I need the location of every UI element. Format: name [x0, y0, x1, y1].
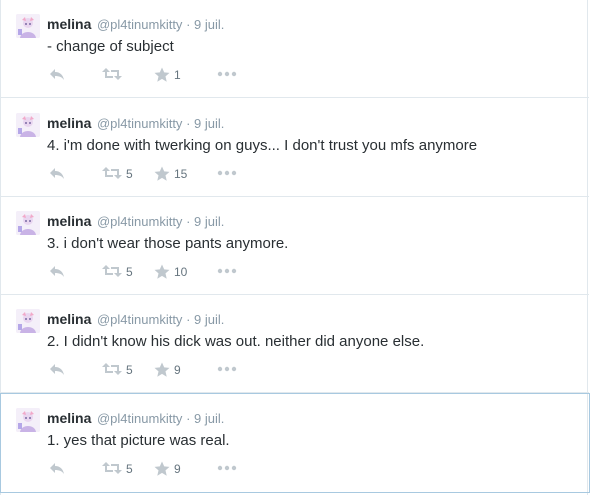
separator: ·	[186, 312, 191, 327]
separator: ·	[186, 17, 191, 32]
star-icon	[154, 362, 170, 377]
tweet-text: 1. yes that picture was real.	[47, 432, 230, 449]
retweet-count: 5	[126, 462, 133, 476]
star-icon	[154, 67, 170, 82]
tweet[interactable]: melina @pl4tinumkitty · 9 juil. - change…	[1, 0, 589, 98]
author-name[interactable]: melina	[47, 213, 91, 229]
favorite-count: 9	[174, 462, 181, 476]
tweet-header: melina @pl4tinumkitty · 9 juil.	[47, 114, 224, 133]
retweet-count: 5	[126, 265, 133, 279]
author-name[interactable]: melina	[47, 115, 91, 131]
reply-icon	[50, 69, 64, 80]
retweet-count: 5	[126, 363, 133, 377]
avatar-image	[16, 14, 40, 38]
favorite-count: 10	[174, 265, 188, 279]
reply-icon	[50, 168, 64, 179]
more-dots-icon	[217, 170, 237, 176]
timestamp-link[interactable]: 9 juil.	[194, 312, 224, 327]
retweet-icon	[102, 462, 122, 474]
tweet[interactable]: melina @pl4tinumkitty · 9 juil. 2. I did…	[1, 295, 589, 393]
star-icon	[154, 166, 170, 181]
tweet-text: 4. i'm done with twerking on guys... I d…	[47, 137, 478, 154]
retweet-icon	[102, 265, 122, 277]
avatar-image	[16, 211, 40, 235]
star-icon	[154, 461, 170, 476]
author-handle[interactable]: @pl4tinumkitty	[97, 312, 182, 327]
tweet-header: melina @pl4tinumkitty · 9 juil.	[47, 15, 224, 34]
separator: ·	[186, 116, 191, 131]
tweet-text: - change of subject	[47, 38, 174, 55]
tweet-text: 3. i don't wear those pants anymore.	[47, 235, 289, 252]
avatar[interactable]	[16, 113, 40, 137]
avatar[interactable]	[16, 408, 40, 432]
retweet-count: 5	[126, 167, 133, 181]
reply-icon	[50, 364, 64, 375]
reply-icon	[50, 463, 64, 474]
author-name[interactable]: melina	[47, 311, 91, 327]
tweet-focused[interactable]: melina @pl4tinumkitty · 9 juil. 1. yes t…	[0, 393, 590, 493]
tweet[interactable]: melina @pl4tinumkitty · 9 juil. 3. i don…	[1, 197, 589, 295]
avatar-image	[16, 309, 40, 333]
timestamp-link[interactable]: 9 juil.	[194, 17, 224, 32]
more-dots-icon	[217, 71, 237, 77]
more-dots-icon	[217, 268, 237, 274]
reply-icon	[50, 266, 64, 277]
timestamp-link[interactable]: 9 juil.	[194, 214, 224, 229]
favorite-count: 1	[174, 68, 181, 82]
tweet-header: melina @pl4tinumkitty · 9 juil.	[47, 212, 224, 231]
tweet-timeline: melina @pl4tinumkitty · 9 juil. - change…	[0, 0, 590, 495]
author-handle[interactable]: @pl4tinumkitty	[97, 214, 182, 229]
timestamp-link[interactable]: 9 juil.	[194, 411, 224, 426]
timestamp-link[interactable]: 9 juil.	[194, 116, 224, 131]
favorite-count: 9	[174, 363, 181, 377]
avatar-image	[16, 113, 40, 137]
more-dots-icon	[217, 366, 237, 372]
retweet-icon	[102, 167, 122, 179]
separator: ·	[186, 411, 191, 426]
author-handle[interactable]: @pl4tinumkitty	[97, 411, 182, 426]
tweet-header: melina @pl4tinumkitty · 9 juil.	[47, 310, 224, 329]
favorite-count: 15	[174, 167, 188, 181]
avatar[interactable]	[16, 211, 40, 235]
author-handle[interactable]: @pl4tinumkitty	[97, 116, 182, 131]
avatar[interactable]	[16, 309, 40, 333]
tweet-header: melina @pl4tinumkitty · 9 juil.	[47, 409, 224, 428]
avatar-image	[16, 408, 40, 432]
author-name[interactable]: melina	[47, 16, 91, 32]
retweet-icon	[102, 363, 122, 375]
tweet[interactable]: melina @pl4tinumkitty · 9 juil. 4. i'm d…	[1, 99, 589, 197]
more-dots-icon	[217, 465, 237, 471]
separator: ·	[186, 214, 191, 229]
tweet-text: 2. I didn't know his dick was out. neith…	[47, 333, 425, 350]
author-name[interactable]: melina	[47, 410, 91, 426]
author-handle[interactable]: @pl4tinumkitty	[97, 17, 182, 32]
star-icon	[154, 264, 170, 279]
retweet-icon	[102, 68, 122, 80]
avatar[interactable]	[16, 14, 40, 38]
